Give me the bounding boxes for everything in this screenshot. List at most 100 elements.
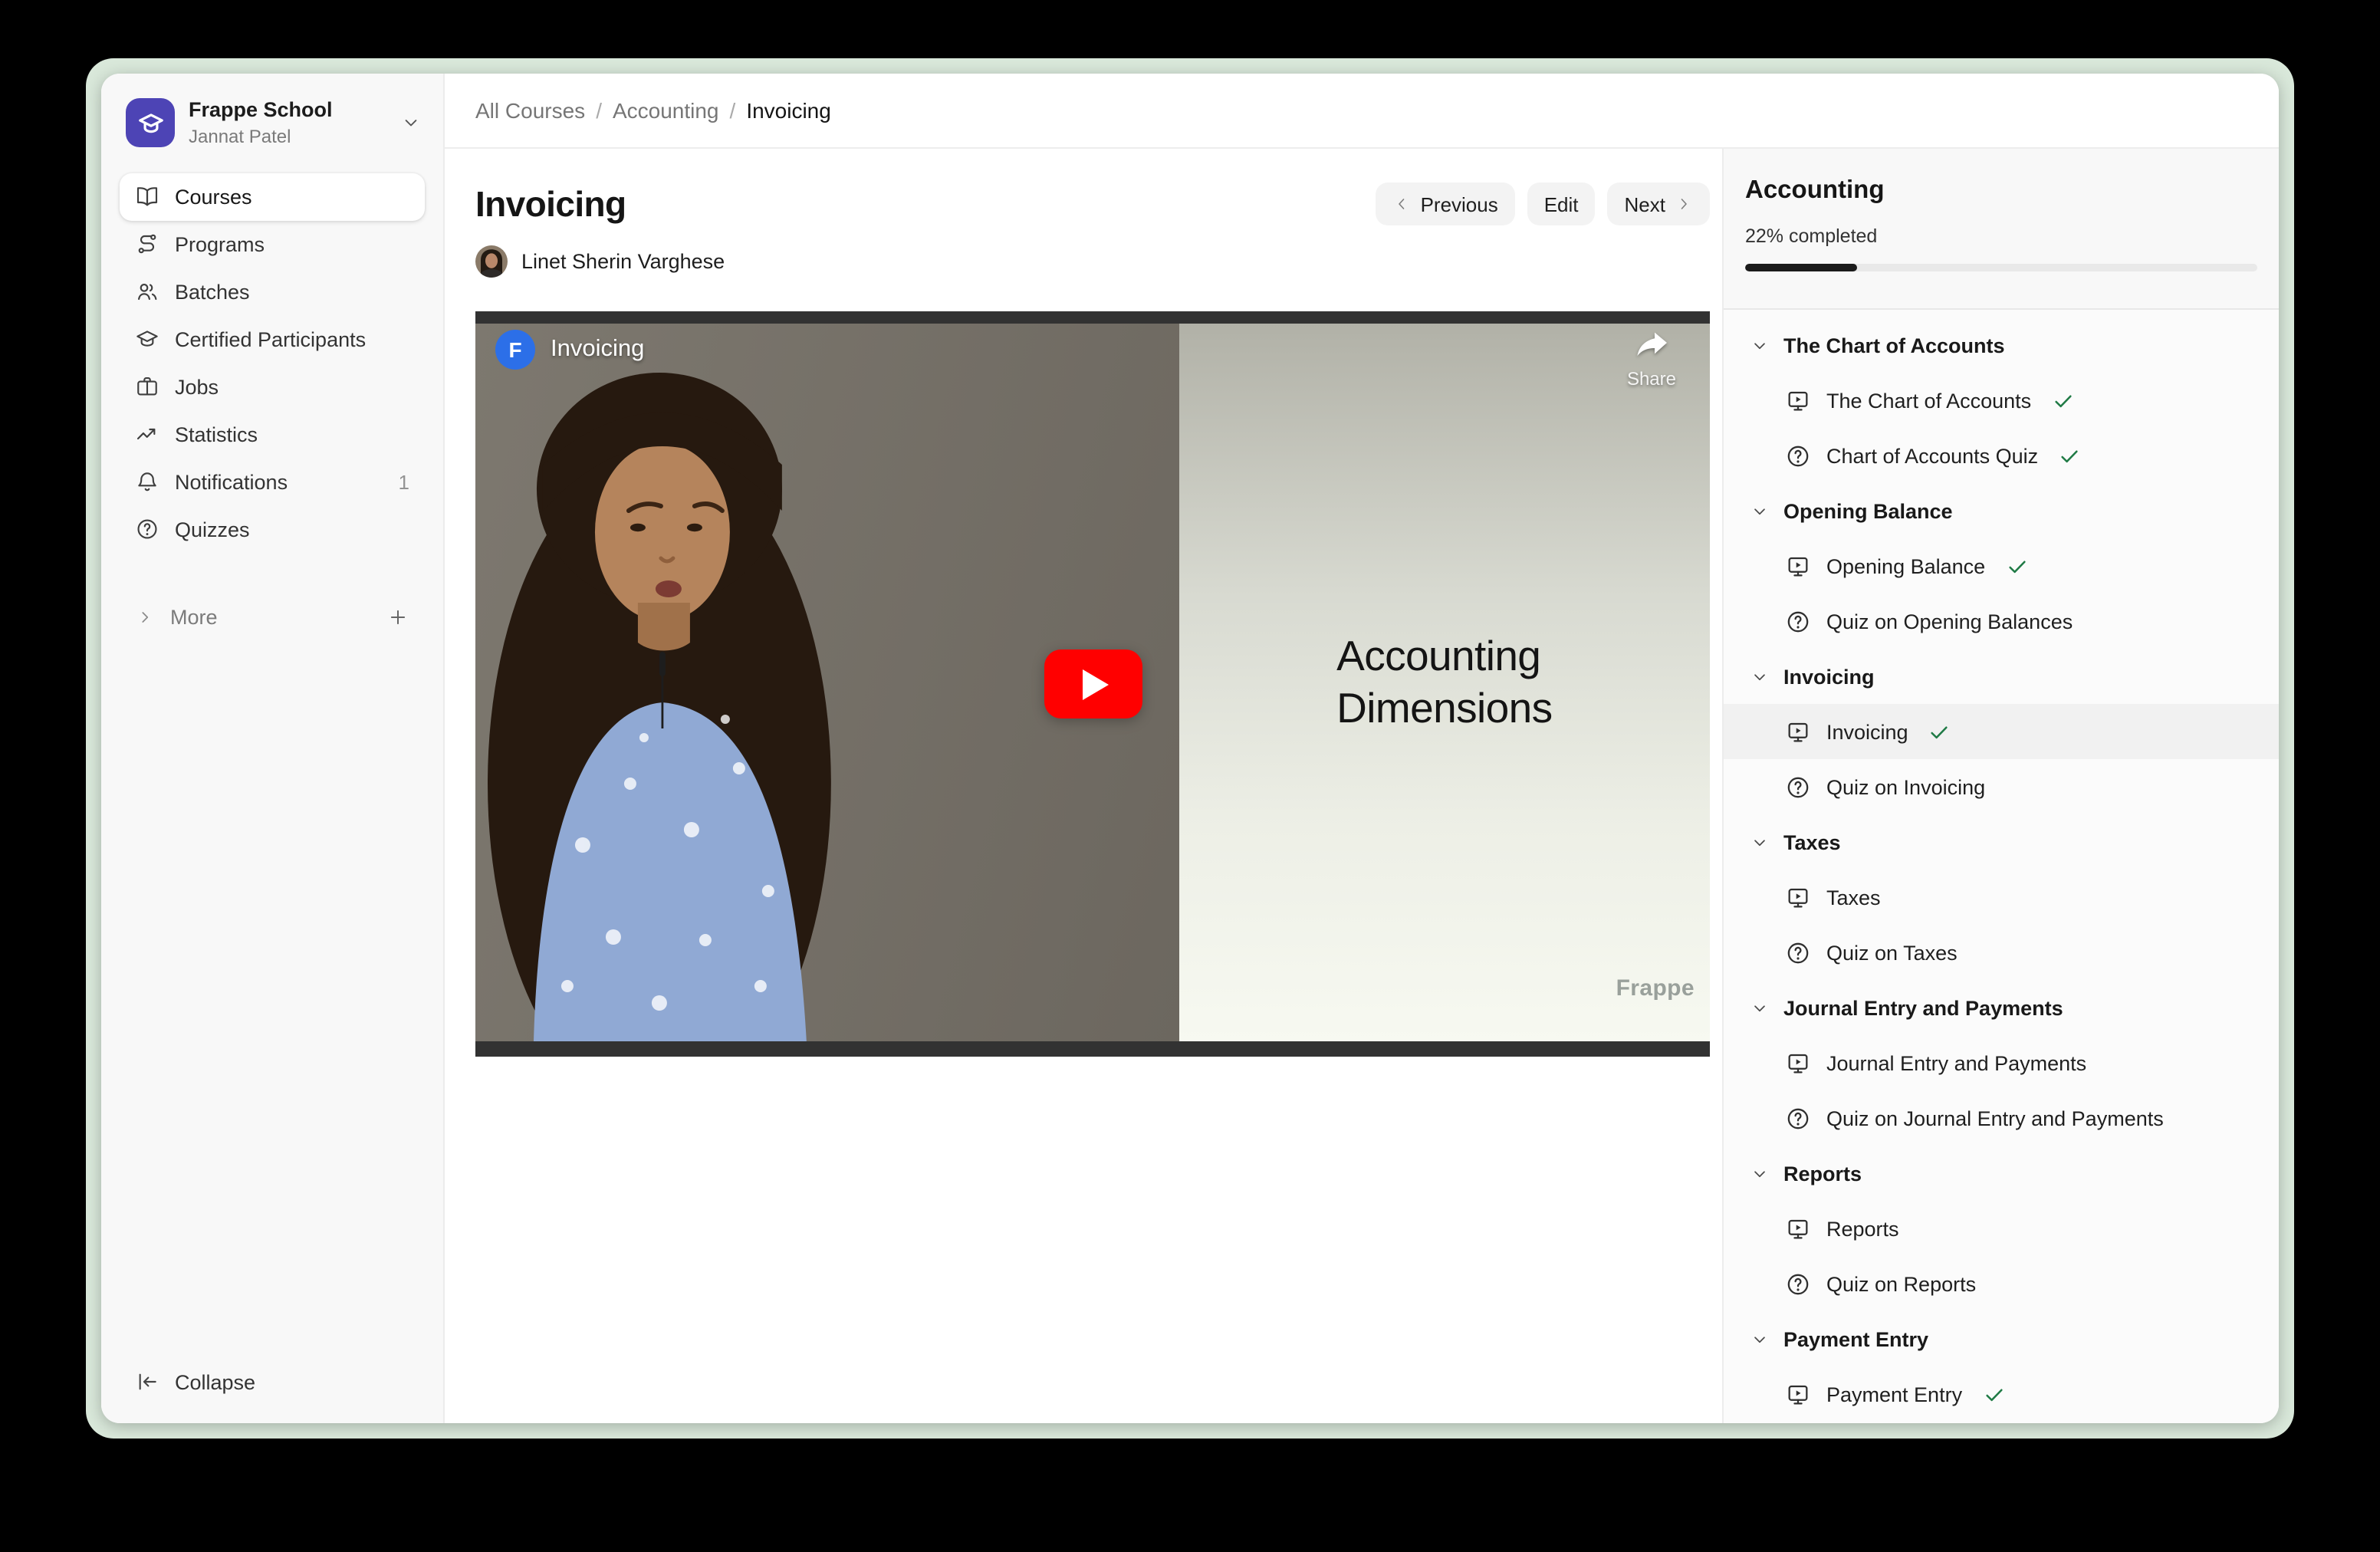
video-title[interactable]: Invoicing bbox=[551, 336, 644, 363]
help-circle-icon bbox=[1785, 1105, 1811, 1131]
monitor-play-icon bbox=[1785, 1050, 1811, 1076]
breadcrumb-separator: / bbox=[730, 98, 736, 123]
chevron-right-icon bbox=[135, 608, 155, 628]
outline-item-label: Quiz on Reports bbox=[1826, 1272, 1976, 1295]
progress-bar-fill bbox=[1745, 264, 1858, 271]
outline-section-header[interactable]: Taxes bbox=[1724, 814, 2279, 870]
outline-item[interactable]: Taxes bbox=[1724, 870, 2279, 925]
completed-check-icon bbox=[1928, 720, 1951, 743]
bell-icon bbox=[135, 470, 159, 495]
outline-item-label: Opening Balance bbox=[1826, 554, 1985, 577]
outline-section-title: The Chart of Accounts bbox=[1783, 334, 2005, 357]
help-circle-icon bbox=[135, 518, 159, 542]
outline-section-header[interactable]: Journal Entry and Payments bbox=[1724, 980, 2279, 1035]
previous-button[interactable]: Previous bbox=[1376, 182, 1515, 225]
outline-section-header[interactable]: The Chart of Accounts bbox=[1724, 317, 2279, 373]
breadcrumb-current: Invoicing bbox=[746, 98, 831, 123]
outline-item[interactable]: Invoicing bbox=[1724, 704, 2279, 759]
outline-header: Accounting 22% completed bbox=[1724, 149, 2279, 310]
chevron-down-icon bbox=[1750, 1163, 1770, 1183]
completed-check-icon bbox=[2058, 444, 2081, 467]
outline-section-header[interactable]: Reports bbox=[1724, 1146, 2279, 1201]
right-column: All Courses / Accounting / Invoicing Inv… bbox=[445, 74, 2279, 1423]
outline-section-title: Reports bbox=[1783, 1162, 1862, 1185]
outline-section: The Chart of Accounts The Chart of Accou… bbox=[1724, 317, 2279, 483]
outline-item[interactable]: The Chart of Accounts bbox=[1724, 373, 2279, 428]
outline-item[interactable]: Journal Entry and Payments bbox=[1724, 1035, 2279, 1090]
workspace-switcher[interactable]: Frappe School Jannat Patel bbox=[120, 95, 425, 149]
slide-line-2: Dimensions bbox=[1336, 682, 1552, 735]
outline-section-title: Taxes bbox=[1783, 830, 1841, 853]
outline-item[interactable]: Opening Balance bbox=[1724, 538, 2279, 594]
outline-item-label: Taxes bbox=[1826, 886, 1881, 909]
outline-section-header[interactable]: Payment Entry bbox=[1724, 1311, 2279, 1366]
trending-up-icon bbox=[135, 423, 159, 447]
outline-section: Reports Reports bbox=[1724, 1146, 2279, 1311]
sidebar-item[interactable]: Programs bbox=[120, 221, 425, 268]
play-button[interactable] bbox=[1044, 649, 1142, 718]
share-button[interactable]: Share bbox=[1627, 328, 1676, 390]
sidebar-item[interactable]: Statistics bbox=[120, 411, 425, 459]
outline-section-title: Opening Balance bbox=[1783, 499, 1953, 522]
outline-item[interactable]: Reports bbox=[1724, 1201, 2279, 1256]
next-button[interactable]: Next bbox=[1608, 182, 1710, 225]
chevron-down-icon[interactable] bbox=[400, 113, 422, 134]
author-row: Linet Sherin Varghese bbox=[475, 245, 1710, 278]
outline-section-header[interactable]: Invoicing bbox=[1724, 649, 2279, 704]
sidebar-item[interactable]: Notifications 1 bbox=[120, 459, 425, 506]
user-name: Jannat Patel bbox=[189, 126, 333, 149]
outline-item-label: Journal Entry and Payments bbox=[1826, 1051, 2086, 1074]
more-label: More bbox=[170, 607, 218, 630]
breadcrumb: All Courses / Accounting / Invoicing bbox=[445, 74, 2279, 149]
outline-item[interactable]: Quiz on Taxes bbox=[1724, 925, 2279, 980]
sidebar-item-label: Courses bbox=[175, 186, 252, 209]
help-circle-icon bbox=[1785, 774, 1811, 800]
sidebar-item[interactable]: Jobs bbox=[120, 363, 425, 411]
collapse-sidebar-button[interactable]: Collapse bbox=[120, 1359, 425, 1405]
graduation-cap-icon bbox=[135, 327, 159, 352]
outline-item-label: Quiz on Invoicing bbox=[1826, 775, 1985, 798]
sidebar-item[interactable]: Quizzes bbox=[120, 506, 425, 554]
briefcase-icon bbox=[135, 375, 159, 400]
outline-item[interactable]: Quiz on Opening Balances bbox=[1724, 594, 2279, 649]
completed-check-icon bbox=[2051, 389, 2074, 412]
add-icon[interactable] bbox=[386, 607, 409, 630]
help-circle-icon bbox=[1785, 939, 1811, 965]
outline-item[interactable]: Quiz on Journal Entry and Payments bbox=[1724, 1090, 2279, 1146]
outline-section-items: Invoicing Quiz on Invoicing bbox=[1724, 704, 2279, 814]
frappe-school-logo bbox=[126, 99, 175, 148]
outline-item-label: Invoicing bbox=[1826, 720, 1908, 743]
outline-item[interactable]: Quiz on Invoicing bbox=[1724, 759, 2279, 814]
sidebar-more[interactable]: More bbox=[120, 595, 425, 641]
breadcrumb-all-courses[interactable]: All Courses bbox=[475, 98, 585, 123]
help-circle-icon bbox=[1785, 608, 1811, 634]
monitor-play-icon bbox=[1785, 884, 1811, 910]
lesson-titlebar: Invoicing Previous Edit Nex bbox=[475, 182, 1710, 225]
sidebar-item[interactable]: Courses bbox=[120, 173, 425, 221]
sidebar-item-label: Certified Participants bbox=[175, 328, 366, 351]
outline-item[interactable]: Quiz on Reports bbox=[1724, 1256, 2279, 1311]
edit-button[interactable]: Edit bbox=[1527, 182, 1596, 225]
slide-pane: Accounting Dimensions Frappe bbox=[1179, 324, 1710, 1041]
outline-section: Taxes Taxes bbox=[1724, 814, 2279, 980]
chevron-down-icon bbox=[1750, 666, 1770, 686]
outline-item-label: Reports bbox=[1826, 1217, 1899, 1240]
monitor-play-icon bbox=[1785, 1381, 1811, 1407]
sidebar-item[interactable]: Certified Participants bbox=[120, 316, 425, 363]
main-row: Invoicing Previous Edit Nex bbox=[445, 149, 2279, 1423]
outline-section-items: Payment Entry bbox=[1724, 1366, 2279, 1422]
breadcrumb-course[interactable]: Accounting bbox=[613, 98, 719, 123]
edit-label: Edit bbox=[1544, 192, 1579, 215]
outline-section-header[interactable]: Opening Balance bbox=[1724, 483, 2279, 538]
video-player[interactable]: Accounting Dimensions Frappe F Invoicing bbox=[475, 311, 1710, 1057]
share-icon bbox=[1633, 328, 1670, 359]
channel-logo[interactable]: F bbox=[495, 330, 535, 370]
sidebar-item-label: Programs bbox=[175, 233, 265, 256]
book-open-icon bbox=[135, 185, 159, 209]
outline-item[interactable]: Chart of Accounts Quiz bbox=[1724, 428, 2279, 483]
sidebar-item-label: Batches bbox=[175, 281, 250, 304]
users-icon bbox=[135, 280, 159, 304]
outline-section-items: Opening Balance Quiz on Opening Balances bbox=[1724, 538, 2279, 649]
outline-item[interactable]: Payment Entry bbox=[1724, 1366, 2279, 1422]
sidebar-item[interactable]: Batches bbox=[120, 268, 425, 316]
